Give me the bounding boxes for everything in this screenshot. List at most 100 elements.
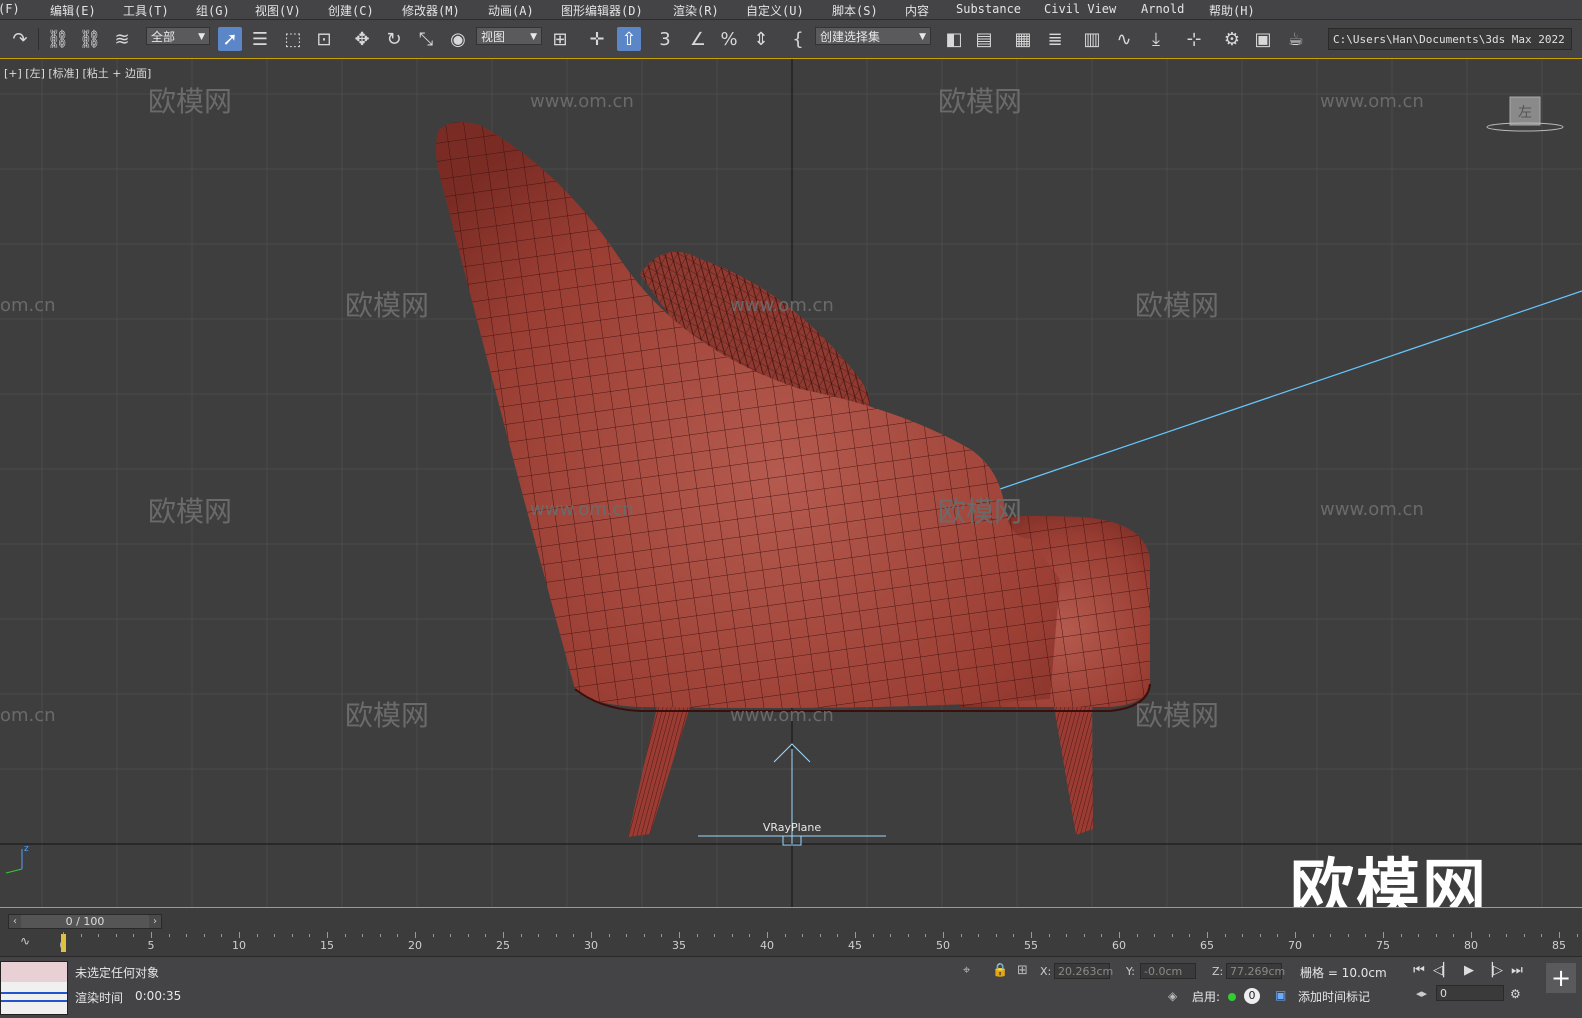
z-coord-field[interactable]: 77.269cm xyxy=(1226,963,1285,979)
viewport-label[interactable]: [+] [左] [标准] [粘土 + 边面] xyxy=(4,65,151,81)
align-icon[interactable]: ▤ xyxy=(972,27,996,51)
menu-arnold[interactable]: Arnold xyxy=(1141,2,1184,16)
z-label: Z: xyxy=(1212,965,1224,978)
menu-rendering[interactable]: 渲染(R) xyxy=(673,2,719,19)
ruler-tick xyxy=(1365,934,1367,937)
watermark-url: om.cn xyxy=(0,705,56,726)
ruler-tick xyxy=(362,934,364,937)
spinner-snap-icon[interactable]: ⇕ xyxy=(749,27,773,51)
redo-icon[interactable]: ↷ xyxy=(8,27,32,51)
vrayplane-label: VRayPlane xyxy=(763,821,822,834)
render-setup-icon[interactable]: ⚙ xyxy=(1220,27,1244,51)
move-icon[interactable]: ✥ xyxy=(350,27,374,51)
menu-views[interactable]: 视图(V) xyxy=(255,2,301,19)
named-selection-value: 创建选择集 xyxy=(820,30,881,44)
ribbon-icon[interactable]: ▥ xyxy=(1080,27,1104,51)
watermark-cn: 欧模网 xyxy=(1135,699,1219,732)
add-key-icon[interactable]: + xyxy=(1546,963,1576,993)
time-marker[interactable] xyxy=(61,934,66,952)
y-coord-field[interactable]: -0.0cm xyxy=(1140,963,1196,979)
ruler-tick xyxy=(450,934,452,937)
render-frame-icon[interactable]: ▣ xyxy=(1251,27,1275,51)
rect-region-icon[interactable]: ⬚ xyxy=(281,27,305,51)
ruler-tick xyxy=(978,934,980,937)
menu-edit[interactable]: 编辑(E) xyxy=(50,2,96,19)
dope-sheet-icon[interactable]: ⤓ xyxy=(1144,27,1168,51)
next-frame-icon[interactable]: ▕▷ xyxy=(1482,961,1504,981)
menu-content[interactable]: 内容 xyxy=(905,2,929,19)
place-icon[interactable]: ◉ xyxy=(446,27,470,51)
mirror-icon[interactable]: ◧ xyxy=(942,27,966,51)
menu-file[interactable]: (F) xyxy=(0,2,20,16)
rotate-icon[interactable]: ↻ xyxy=(382,27,406,51)
scale-icon[interactable]: ⤡ xyxy=(414,27,438,51)
project-path-field[interactable]: C:\Users\Han\Documents\3ds Max 2022 xyxy=(1328,28,1572,50)
select-object-icon[interactable]: ➚ xyxy=(218,27,242,51)
menu-substance[interactable]: Substance xyxy=(956,2,1021,16)
frame-display: 0 / 100 xyxy=(65,915,105,928)
curve-toggle-icon[interactable]: ∿ xyxy=(20,934,30,948)
chevron-left-icon[interactable]: ‹ xyxy=(9,915,21,928)
snaps-toggle-icon[interactable]: 3 xyxy=(653,27,677,51)
schematic-view-icon[interactable]: ⊹ xyxy=(1182,27,1206,51)
go-to-start-icon[interactable]: ⏮ xyxy=(1408,961,1430,981)
ruler-tick xyxy=(256,934,258,937)
menu-scripting[interactable]: 脚本(S) xyxy=(832,2,878,19)
current-frame-field[interactable]: 0 xyxy=(1436,985,1504,1001)
select-manipulate-icon[interactable]: ✛ xyxy=(585,27,609,51)
menu-create[interactable]: 创建(C) xyxy=(328,2,374,19)
angle-snap-icon[interactable]: ∠ xyxy=(686,27,710,51)
layer-explorer-icon[interactable]: ≣ xyxy=(1043,27,1067,51)
ruler-label: 15 xyxy=(320,939,334,952)
frame-spinner-icon[interactable]: ◂▸ xyxy=(1416,987,1427,1000)
previous-frame-icon[interactable]: ◁▏ xyxy=(1432,961,1454,981)
enable-count[interactable]: 0 xyxy=(1244,988,1260,1004)
scene-explorer-icon[interactable]: ▦ xyxy=(1011,27,1035,51)
window-crossing-icon[interactable]: ⊡ xyxy=(312,27,336,51)
ruler-tick xyxy=(1347,934,1349,937)
play-icon[interactable]: ▶ xyxy=(1458,961,1480,981)
timeline-ruler[interactable]: 0510152025303540455055606570758085 xyxy=(58,932,1582,956)
menu-group[interactable]: 组(G) xyxy=(196,2,230,19)
ruler-tick xyxy=(555,934,557,937)
go-to-end-icon[interactable]: ⏭ xyxy=(1506,961,1528,981)
pivot-icon[interactable]: ⊞ xyxy=(548,27,572,51)
link-icon[interactable]: ⛓ xyxy=(46,27,70,51)
edit-named-sets-icon[interactable]: { xyxy=(786,27,810,51)
menu-customize[interactable]: 自定义(U) xyxy=(746,2,804,19)
unlink-icon[interactable]: ⛓ xyxy=(78,27,102,51)
named-selection-dropdown[interactable]: 创建选择集 ▼ xyxy=(815,27,931,45)
viewport-left[interactable]: VRayPlane 欧模网 www.om.cn 欧模网 www.om.cn om… xyxy=(0,59,1582,907)
time-config-icon[interactable]: ⚙ xyxy=(1510,987,1521,1001)
lock-icon[interactable]: 🔒 xyxy=(992,963,1008,978)
ruler-tick xyxy=(679,932,680,938)
absolute-mode-icon[interactable]: ⊞ xyxy=(1017,963,1028,978)
x-coord-field[interactable]: 20.263cm xyxy=(1054,963,1113,979)
select-by-name-icon[interactable]: ☰ xyxy=(248,27,272,51)
percent-snap-icon[interactable]: % xyxy=(717,27,741,51)
menu-animation[interactable]: 动画(A) xyxy=(488,2,534,19)
render-time-label: 渲染时间 xyxy=(75,991,124,1005)
menu-graph-editors[interactable]: 图形编辑器(D) xyxy=(561,2,643,19)
time-slider[interactable]: ‹ 0 / 100 › xyxy=(8,914,162,929)
menu-help[interactable]: 帮助(H) xyxy=(1209,2,1255,19)
ruler-tick xyxy=(1277,934,1279,937)
menu-modifiers[interactable]: 修改器(M) xyxy=(402,2,460,19)
viewport-canvas[interactable]: VRayPlane 欧模网 www.om.cn 欧模网 www.om.cn om… xyxy=(0,59,1582,907)
add-time-tag[interactable]: 添加时间标记 xyxy=(1298,988,1370,1005)
menu-civil-view[interactable]: Civil View xyxy=(1044,2,1116,16)
watermark-cn: 欧模网 xyxy=(148,495,232,528)
keyboard-shortcut-icon[interactable]: ⇧ xyxy=(617,27,641,51)
selection-filter-dropdown[interactable]: 全部 ▼ xyxy=(146,27,210,45)
menu-tools[interactable]: 工具(T) xyxy=(123,2,169,19)
bind-spacewarp-icon[interactable]: ≋ xyxy=(110,27,134,51)
render-icon[interactable]: ☕ xyxy=(1284,27,1308,51)
chevron-right-icon[interactable]: › xyxy=(149,915,161,928)
curve-editor-icon[interactable]: ∿ xyxy=(1112,27,1136,51)
ruler-tick xyxy=(151,932,152,938)
isolate-icon[interactable]: ⌖ xyxy=(963,963,970,978)
time-tag-icon[interactable]: ▣ xyxy=(1275,988,1286,1002)
adaptive-degradation-icon[interactable]: ◈ xyxy=(1168,989,1177,1003)
maxscript-listener-thumb[interactable] xyxy=(0,961,68,1015)
ref-coord-dropdown[interactable]: 视图 ▼ xyxy=(476,27,542,45)
